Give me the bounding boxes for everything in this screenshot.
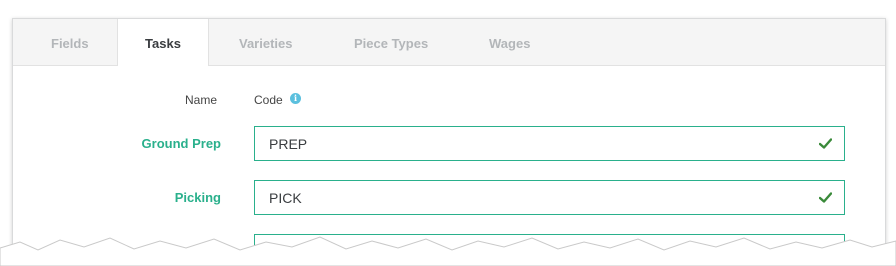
tab-bar: Fields Tasks Varieties Piece Types Wages (13, 19, 885, 66)
task-code-input-prep[interactable]: PREP (254, 126, 845, 161)
check-icon (819, 192, 832, 203)
code-column-header: Code (254, 93, 283, 107)
info-icon[interactable]: i (290, 93, 301, 104)
tab-varieties[interactable]: Varieties (239, 19, 293, 65)
task-name-ground-prep: Ground Prep (141, 136, 221, 151)
tab-wages[interactable]: Wages (489, 19, 530, 65)
task-code-value: PREP (269, 136, 308, 152)
torn-edge-decoration (0, 236, 896, 266)
task-code-value: PICK (269, 190, 302, 206)
tab-tasks[interactable]: Tasks (117, 19, 209, 66)
check-icon (819, 138, 832, 149)
tab-piece-types[interactable]: Piece Types (354, 19, 428, 65)
task-name-picking: Picking (174, 190, 221, 205)
tasks-settings-panel: Fields Tasks Varieties Piece Types Wages… (0, 0, 896, 266)
task-code-input-pick[interactable]: PICK (254, 180, 845, 215)
tab-fields[interactable]: Fields (51, 19, 89, 65)
name-column-header: Name (185, 93, 218, 107)
settings-card: Fields Tasks Varieties Piece Types Wages… (12, 18, 886, 256)
